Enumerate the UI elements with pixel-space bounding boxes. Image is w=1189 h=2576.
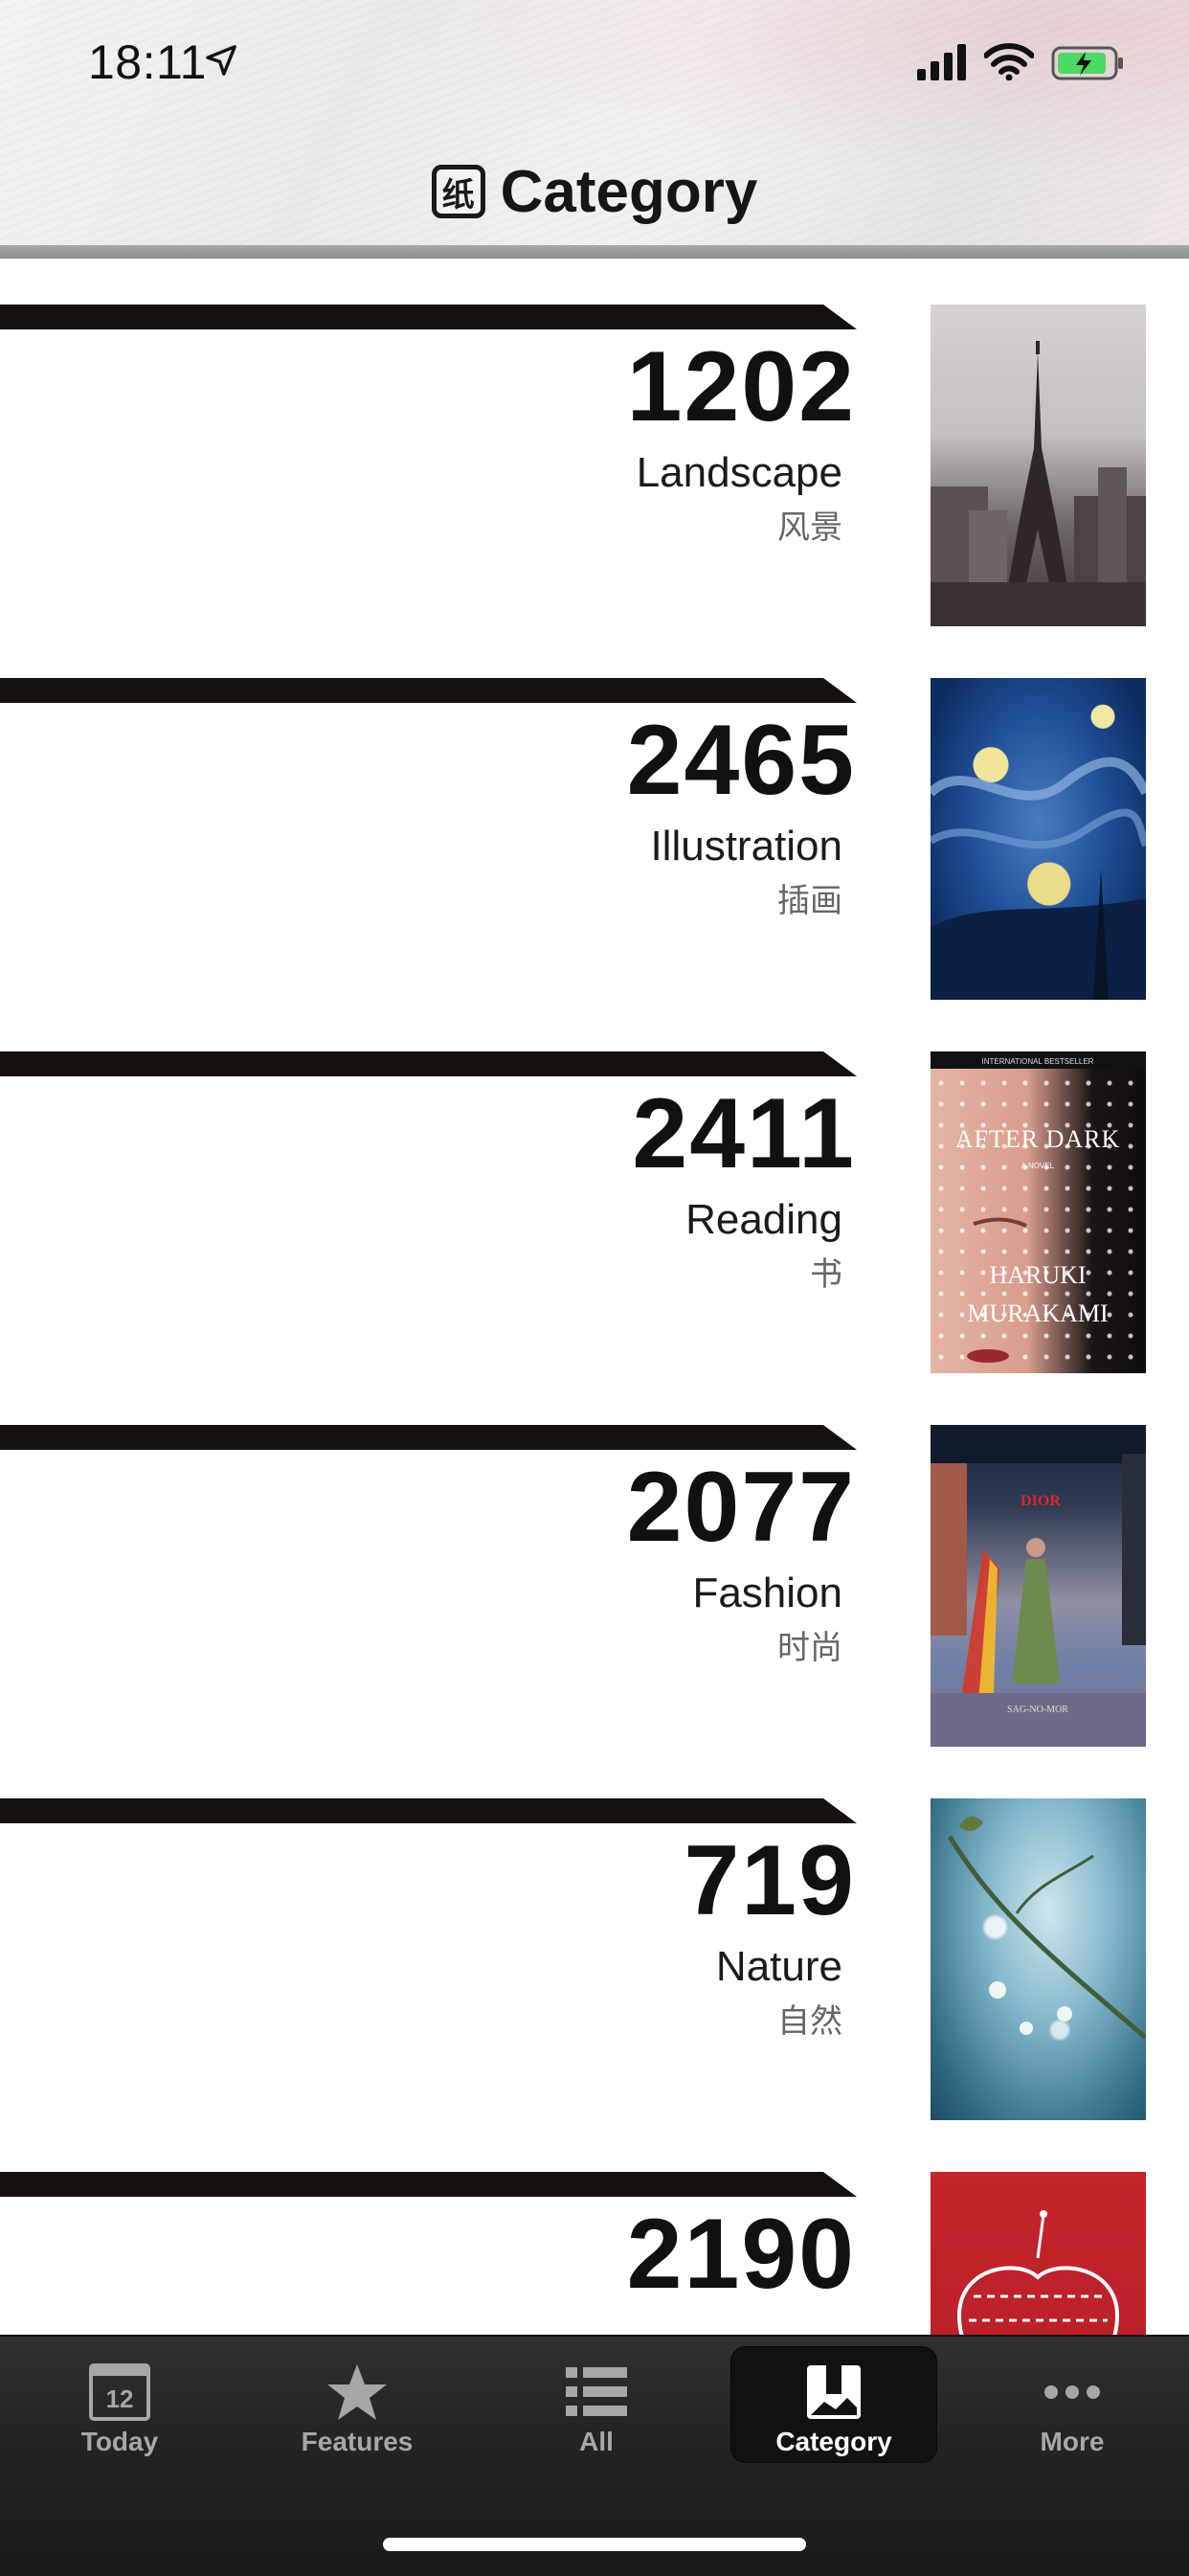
fashion-cover-footer: SAG-NO-MOR [1007, 1705, 1068, 1715]
category-count: 1202 [626, 331, 856, 442]
category-name-cn: 风景 [777, 508, 842, 547]
book-cover-author-last: MURAKAMI [967, 1299, 1108, 1327]
category-book-icon [807, 2365, 861, 2419]
signal-icon [917, 44, 966, 80]
category-row-creative[interactable]: 2190 [0, 2126, 1189, 2335]
row-bar [0, 1425, 857, 1450]
book-cover-subtitle: A NOVEL [1021, 1162, 1055, 1170]
title-text: Category [500, 158, 758, 225]
category-thumbnail[interactable] [931, 305, 1146, 626]
category-name-cn: 时尚 [777, 1629, 842, 1667]
category-list: 1202 Landscape 风景 2465 Illustration 插画 2… [0, 259, 1189, 2335]
book-cover-author-first: HARUKI [989, 1261, 1086, 1289]
fashion-cover-brand: DIOR [1021, 1493, 1061, 1509]
tab-more[interactable]: More [969, 2346, 1176, 2463]
category-count: 2465 [626, 705, 856, 816]
tab-label: More [1040, 2427, 1105, 2456]
row-bar [0, 2172, 857, 2197]
category-row-reading[interactable]: 2411 Reading 书 INTERNATIONAL BESTSELLER … [0, 1006, 1189, 1379]
tab-label: Today [80, 2427, 159, 2456]
category-name-cn: 书 [810, 1255, 842, 1294]
category-thumbnail[interactable]: DIOR SAG-NO-MOR [931, 1425, 1146, 1747]
tab-all[interactable]: All [493, 2346, 700, 2463]
category-row-illustration[interactable]: 2465 Illustration 插画 [0, 632, 1189, 1006]
header-divider [0, 245, 1189, 259]
apple-collage-art [956, 2210, 1120, 2335]
list-icon [566, 2367, 627, 2416]
category-name-cn: 自然 [777, 2002, 842, 2041]
tab-features[interactable]: Features [254, 2346, 460, 2463]
category-count: 2077 [626, 1452, 856, 1563]
category-row-nature[interactable]: 719 Nature 自然 [0, 1752, 1189, 2126]
category-name-en: Illustration [650, 823, 842, 870]
star-icon [327, 2364, 387, 2420]
calendar-badge: 12 [106, 2384, 134, 2413]
tab-category[interactable]: Category [730, 2346, 937, 2463]
branch-blossom-art [947, 1816, 1146, 2040]
category-name-cn: 插画 [777, 882, 842, 920]
page-title: 纸 Category [0, 153, 1189, 230]
book-cover-thumbnail[interactable]: INTERNATIONAL BESTSELLER AFTER DARK A NO… [931, 1051, 1146, 1373]
tab-label: All [579, 2427, 614, 2456]
battery-charging-icon [1051, 46, 1123, 80]
row-bar [0, 678, 857, 703]
category-thumbnail[interactable] [931, 1798, 1146, 2120]
header: 18:11 纸 Category [0, 0, 1189, 259]
wifi-icon [984, 43, 1034, 80]
row-bar [0, 1051, 857, 1076]
category-name-en: Fashion [692, 1570, 842, 1616]
starry-night-icon [931, 757, 1146, 1000]
category-thumbnail[interactable] [931, 678, 1146, 1000]
category-name-en: Landscape [636, 449, 842, 496]
row-bar [0, 1798, 857, 1823]
app-logo-icon: 纸 [431, 165, 485, 218]
status-time: 18:11 [88, 35, 207, 89]
book-cover-top-line: INTERNATIONAL BESTSELLER [982, 1057, 1094, 1066]
eiffel-tower-icon [931, 341, 1146, 626]
category-row-landscape[interactable]: 1202 Landscape 风景 [0, 259, 1189, 632]
tab-label: Category [775, 2427, 892, 2456]
category-name-en: Nature [715, 1943, 842, 1990]
row-bar [0, 305, 857, 329]
location-arrow-icon [206, 45, 236, 76]
category-count: 719 [684, 1825, 856, 1936]
tab-today[interactable]: 12 Today [16, 2346, 223, 2463]
fashion-photo-art: DIOR SAG-NO-MOR [931, 1425, 1146, 1747]
tab-label: Features [301, 2427, 414, 2456]
category-row-fashion[interactable]: 2077 Fashion 时尚 DIOR SAG-NO-MOR [0, 1379, 1189, 1752]
category-count: 2190 [626, 2199, 856, 2310]
calendar-icon: 12 [89, 2363, 150, 2421]
book-cover-art: INTERNATIONAL BESTSELLER AFTER DARK A NO… [931, 1051, 1146, 1363]
book-cover-title: AFTER DARK [955, 1125, 1121, 1153]
more-dots-icon [1044, 2385, 1100, 2399]
home-indicator[interactable] [383, 2538, 806, 2551]
category-count: 2411 [632, 1078, 856, 1189]
category-name-en: Reading [685, 1196, 842, 1243]
category-thumbnail[interactable] [931, 2172, 1146, 2335]
